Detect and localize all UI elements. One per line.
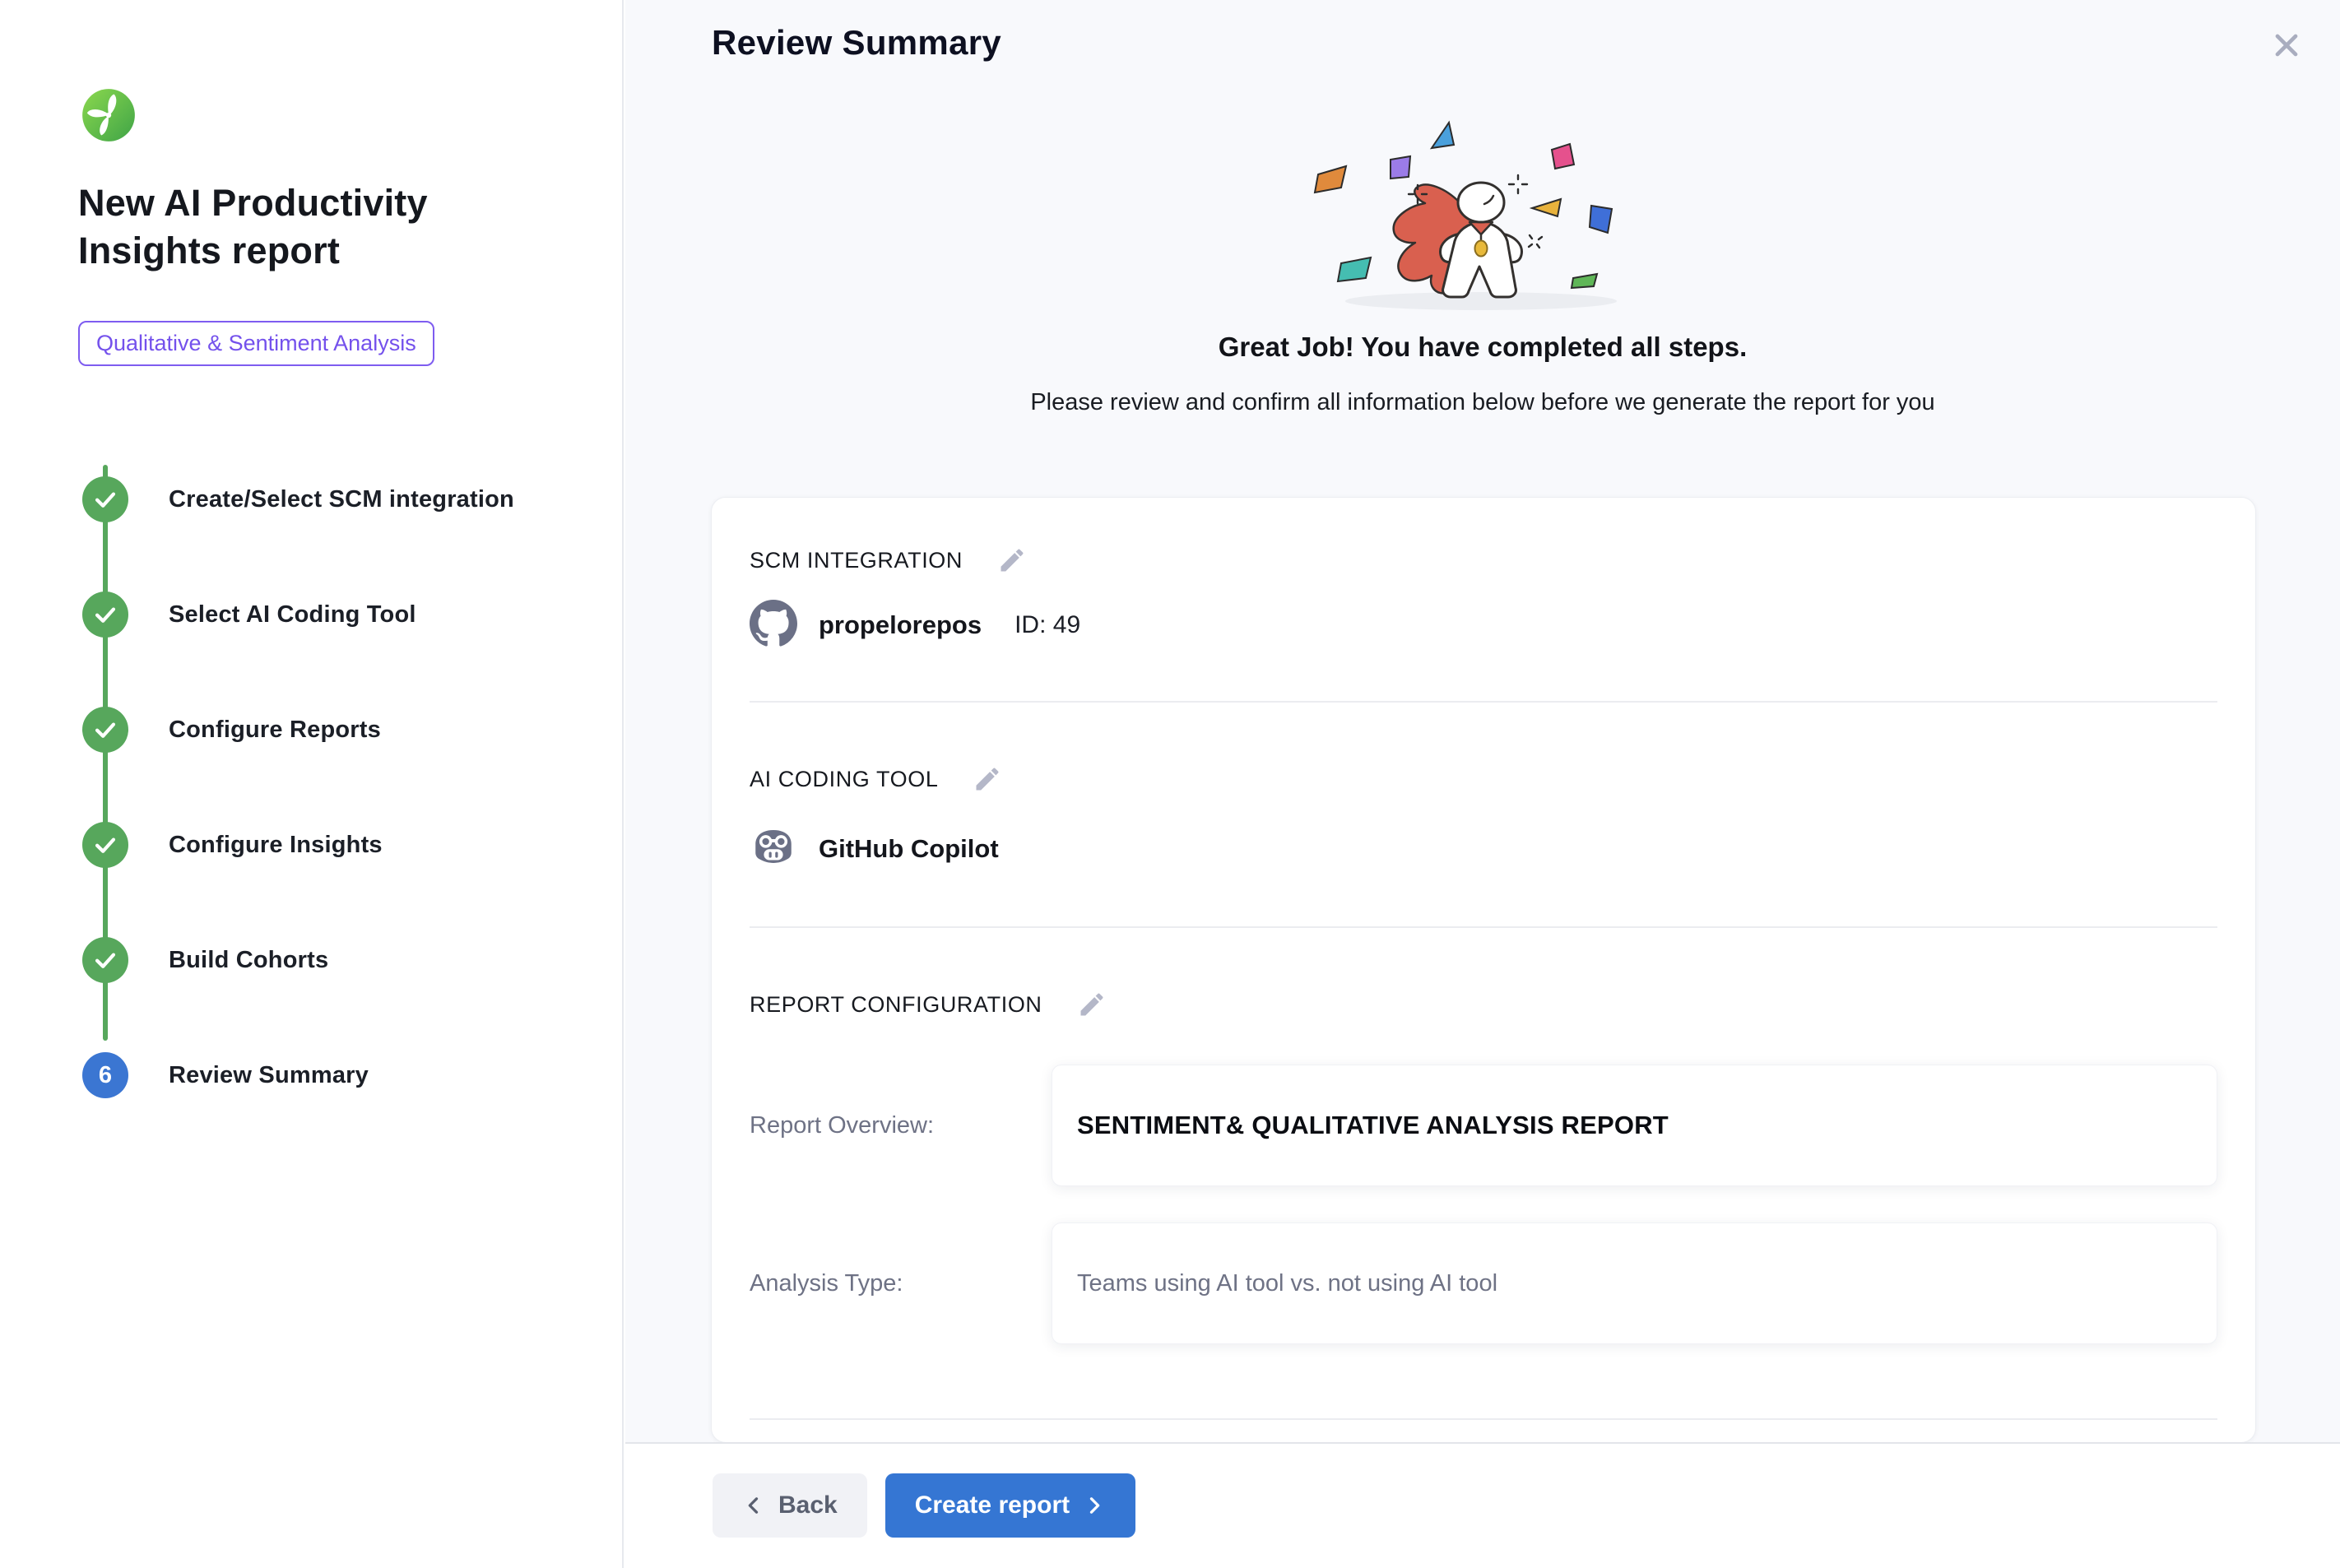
completion-subheading: Please review and confirm all informatio… bbox=[625, 389, 2340, 416]
step-build-cohorts[interactable]: Build Cohorts bbox=[82, 902, 576, 1018]
review-summary-panel: Review Summary bbox=[625, 0, 2340, 1568]
step-review-summary[interactable]: 6 Review Summary bbox=[82, 1018, 576, 1133]
completion-hero: Great Job! You have completed all steps.… bbox=[625, 99, 2340, 416]
report-title: New AI Productivity Insights report bbox=[78, 179, 555, 274]
close-icon[interactable] bbox=[2268, 26, 2305, 64]
divider bbox=[750, 1418, 2217, 1420]
check-icon bbox=[82, 707, 128, 753]
step-label: Configure Reports bbox=[169, 717, 381, 744]
check-icon bbox=[82, 476, 128, 522]
step-create-select-scm[interactable]: Create/Select SCM integration bbox=[82, 442, 576, 557]
check-icon bbox=[82, 822, 128, 868]
analysis-type-label: Analysis Type: bbox=[750, 1270, 1052, 1297]
step-label: Build Cohorts bbox=[169, 947, 328, 974]
scm-integration-id: ID: 49 bbox=[1014, 611, 1080, 639]
step-configure-insights[interactable]: Configure Insights bbox=[82, 787, 576, 902]
step-configure-reports[interactable]: Configure Reports bbox=[82, 672, 576, 787]
step-label: Create/Select SCM integration bbox=[169, 486, 514, 513]
report-type-badge: Qualitative & Sentiment Analysis bbox=[78, 321, 434, 366]
step-number-badge: 6 bbox=[82, 1052, 128, 1098]
chevron-right-icon bbox=[1083, 1494, 1106, 1517]
ai-tool-name: GitHub Copilot bbox=[819, 834, 999, 864]
wizard-footer: Back Create report bbox=[625, 1442, 2340, 1568]
pencil-icon[interactable] bbox=[1075, 988, 1108, 1021]
divider bbox=[750, 701, 2217, 703]
report-overview-value-box: SENTIMENT& QUALITATIVE ANALYSIS REPORT bbox=[1052, 1065, 2217, 1186]
celebration-superhero-illustration bbox=[1269, 99, 1697, 321]
back-button[interactable]: Back bbox=[713, 1473, 867, 1538]
new-report-wizard-window: New AI Productivity Insights report Qual… bbox=[0, 0, 2340, 1568]
analysis-type-value: Teams using AI tool vs. not using AI too… bbox=[1077, 1270, 1497, 1297]
wizard-sidebar: New AI Productivity Insights report Qual… bbox=[0, 0, 624, 1568]
chevron-left-icon bbox=[742, 1494, 765, 1517]
analysis-type-value-box: Teams using AI tool vs. not using AI too… bbox=[1052, 1222, 2217, 1344]
step-label: Review Summary bbox=[169, 1062, 369, 1089]
check-icon bbox=[82, 937, 128, 983]
check-icon bbox=[82, 591, 128, 638]
copilot-icon bbox=[750, 823, 797, 875]
pencil-icon[interactable] bbox=[971, 763, 1004, 796]
step-label: Configure Insights bbox=[169, 832, 383, 859]
report-overview-label: Report Overview: bbox=[750, 1112, 1052, 1139]
page-title: Review Summary bbox=[712, 23, 1001, 63]
ai-tool-section-label: AI CODING TOOL bbox=[750, 767, 938, 792]
pencil-icon[interactable] bbox=[996, 544, 1028, 577]
scm-integration-name: propelorepos bbox=[819, 610, 982, 640]
scm-section-label: SCM INTEGRATION bbox=[750, 548, 963, 573]
wizard-stepper: Create/Select SCM integration Select AI … bbox=[82, 442, 576, 1133]
review-summary-card: SCM INTEGRATION propelorepos ID: 49 AI C… bbox=[711, 497, 2256, 1443]
create-report-button[interactable]: Create report bbox=[885, 1473, 1135, 1538]
propeller-icon bbox=[81, 87, 137, 143]
report-config-section-label: REPORT CONFIGURATION bbox=[750, 992, 1042, 1018]
divider bbox=[750, 926, 2217, 928]
step-select-ai-coding-tool[interactable]: Select AI Coding Tool bbox=[82, 557, 576, 672]
completion-heading: Great Job! You have completed all steps. bbox=[625, 332, 2340, 363]
github-icon bbox=[750, 600, 797, 652]
step-label: Select AI Coding Tool bbox=[169, 601, 416, 629]
report-overview-value: SENTIMENT& QUALITATIVE ANALYSIS REPORT bbox=[1077, 1111, 1669, 1140]
